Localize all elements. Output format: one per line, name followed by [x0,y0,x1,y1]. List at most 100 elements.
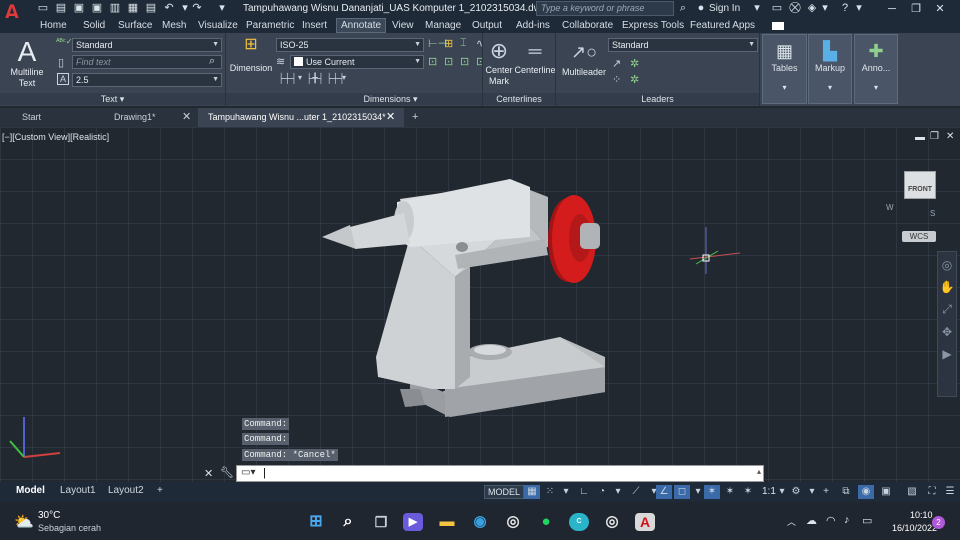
cloud-icon[interactable]: ☁ [806,514,817,527]
customize-quick-access-icon[interactable]: ▾ [215,2,229,15]
annotation-monitor-icon[interactable]: + [818,485,834,499]
text-style-select[interactable]: Standard ▼ [72,38,222,52]
drawing-viewport[interactable]: [−][Custom View][Realistic] ▬ ❐ ✕ FRONT … [0,127,960,482]
tab-layout1[interactable]: Layout1 [60,485,96,496]
wcs-menu[interactable]: WCS [902,231,936,242]
minimize-button[interactable]: ─ [882,1,902,17]
view-cube-front-face[interactable]: FRONT [904,171,936,199]
add-layout-icon[interactable]: + [157,485,163,496]
command-prompt-icon[interactable]: ▭▾ [241,467,255,478]
close-button[interactable]: ✕ [930,1,950,17]
exchange-icon[interactable]: ◈ [805,2,819,15]
multiline-text-button[interactable]: A Multiline Text [4,37,50,89]
clock-date[interactable]: 16/10/2022 [892,523,937,533]
find-icon[interactable]: ⌕ [209,55,215,68]
auto-scale-icon[interactable]: ✶ [722,485,738,499]
cloud-save-icon[interactable]: ▥ [108,2,122,15]
close-command-line-icon[interactable]: ✕ [204,467,213,480]
tab-home[interactable]: Home [40,20,67,31]
left-justify-icon[interactable]: ⊡ [460,55,469,68]
inspect-icon[interactable]: ⌶ [460,37,467,50]
object-snap-tracking-icon[interactable]: ∠ [656,485,672,499]
multileader-button[interactable]: ↗○ Multileader [560,37,608,78]
help-icon[interactable]: ? [838,2,852,15]
tab-model[interactable]: Model [16,485,45,496]
customization-icon[interactable]: ☰ [942,485,958,499]
centerline-button[interactable]: ═ Centerline [513,37,557,76]
search-icon[interactable]: ⌕ [676,2,690,15]
model-space-toggle[interactable]: MODEL [484,485,525,499]
weather-icon[interactable]: ⛅ [14,512,34,532]
object-snap-icon[interactable]: ◻ [674,485,690,499]
volume-icon[interactable]: ♪ [844,514,850,526]
text-angle-icon[interactable]: ⊡ [444,55,453,68]
polar-dropdown-icon[interactable]: ▾ [610,485,626,499]
continue-dim-icon[interactable]: ├╋┤ [306,73,324,84]
annotation-scale-icon[interactable]: ✶ [740,485,756,499]
text-height-select[interactable]: 2.5 ▼ [72,73,222,87]
snap-icon[interactable]: ⁙ [542,485,558,499]
annotation-scaling-button[interactable]: ✚ Anno... ▾ [854,34,898,104]
show-hidden-icons-icon[interactable]: ︿ [787,515,796,528]
autocad-taskbar-icon[interactable]: A [635,513,655,531]
polar-icon[interactable]: ◔ [594,485,610,499]
file-explorer-icon[interactable]: ▬ [437,513,457,531]
chrome-profile-icon[interactable]: ◎ [602,513,622,531]
tab-output[interactable]: Output [472,20,502,31]
dimension-button[interactable]: ⊞ Dimension [228,37,274,74]
pan-icon[interactable]: ✋ [938,280,956,294]
tab-featured-apps[interactable]: Featured Apps [690,20,755,31]
help-dropdown-icon[interactable]: ▾ [852,2,866,15]
redo-icon[interactable]: ↷ [190,2,204,15]
dimension-style-select[interactable]: ISO-25 ▼ [276,38,424,52]
markup-button[interactable]: ▙ Markup ▾ [808,34,852,104]
sign-in-link[interactable]: Sign In [709,3,740,14]
new-tab-icon[interactable]: + [412,108,418,127]
weather-temperature[interactable]: 30°C [38,510,60,521]
battery-icon[interactable]: ▭ [862,514,872,527]
lock-ui-icon[interactable]: ▣ [878,485,894,499]
ortho-icon[interactable]: ∟ [576,485,592,499]
hardware-acceleration-icon[interactable]: ▧ [904,485,920,499]
save-icon[interactable]: ▣ [72,2,86,15]
tab-annotate[interactable]: Annotate [336,18,387,33]
cart-icon[interactable]: ⛒ [788,2,802,15]
add-leader-icon[interactable]: ↗ [612,57,621,70]
command-input[interactable]: ▭▾ | ▴ [236,465,764,482]
maximize-button[interactable]: ❐ [906,1,926,17]
tab-surface[interactable]: Surface [118,20,152,31]
user-icon[interactable]: ● [694,2,708,15]
orbit-icon[interactable]: ✥ [938,325,956,339]
text-panel-label[interactable]: Text ▾ [0,93,225,105]
chrome-icon[interactable]: ◎ [503,513,523,531]
oblique-icon[interactable]: ⊡ [428,55,437,68]
sign-in-dropdown-icon[interactable]: ▾ [750,2,764,15]
tab-express-tools[interactable]: Express Tools [622,20,684,31]
find-text-input[interactable]: Find text [72,55,222,69]
check-spelling-icon[interactable]: ᴬᴮᶜ✓ [56,37,72,46]
workspace-gear-icon[interactable]: ⚙ [788,485,804,499]
showmotion-icon[interactable]: ▶ [938,347,956,361]
dimension-layer-select[interactable]: Use Current ▼ [290,55,424,69]
plot-icon[interactable]: ▦ [126,2,140,15]
search-taskbar-icon[interactable]: ⌕ [338,513,358,531]
ribbon-minimize-icon[interactable] [772,22,784,30]
clock-time[interactable]: 10:10 [910,510,933,520]
center-mark-button[interactable]: ⊕ Center Mark [483,37,515,87]
remove-leader-icon[interactable]: ✲ [630,57,639,70]
quick-dim-dropdown-icon[interactable]: ▾ [298,73,302,82]
command-history-icon[interactable]: ▴ [757,467,761,476]
dim-break-icon[interactable]: ⊞ [444,37,453,50]
undo-icon[interactable]: ↶ [162,2,176,15]
tab-add-ins[interactable]: Add-ins [516,20,550,31]
exchange-dropdown-icon[interactable]: ▾ [818,2,832,15]
snap-dropdown-icon[interactable]: ▾ [558,485,574,499]
steering-wheel-icon[interactable]: ◎ [938,258,956,272]
isodraft-icon[interactable]: ⟋ [628,485,644,499]
open-file-icon[interactable]: ▤ [54,2,68,15]
apps-icon[interactable]: ▭ [770,2,784,15]
clean-screen-icon[interactable]: ⛶ [924,485,940,499]
close-drawing1-icon[interactable]: ✕ [182,108,191,127]
tab-current-drawing[interactable]: Tampuhawang Wisnu ...uter 1_2102315034* [198,108,404,127]
multileader-style-select[interactable]: Standard ▼ [608,38,758,52]
